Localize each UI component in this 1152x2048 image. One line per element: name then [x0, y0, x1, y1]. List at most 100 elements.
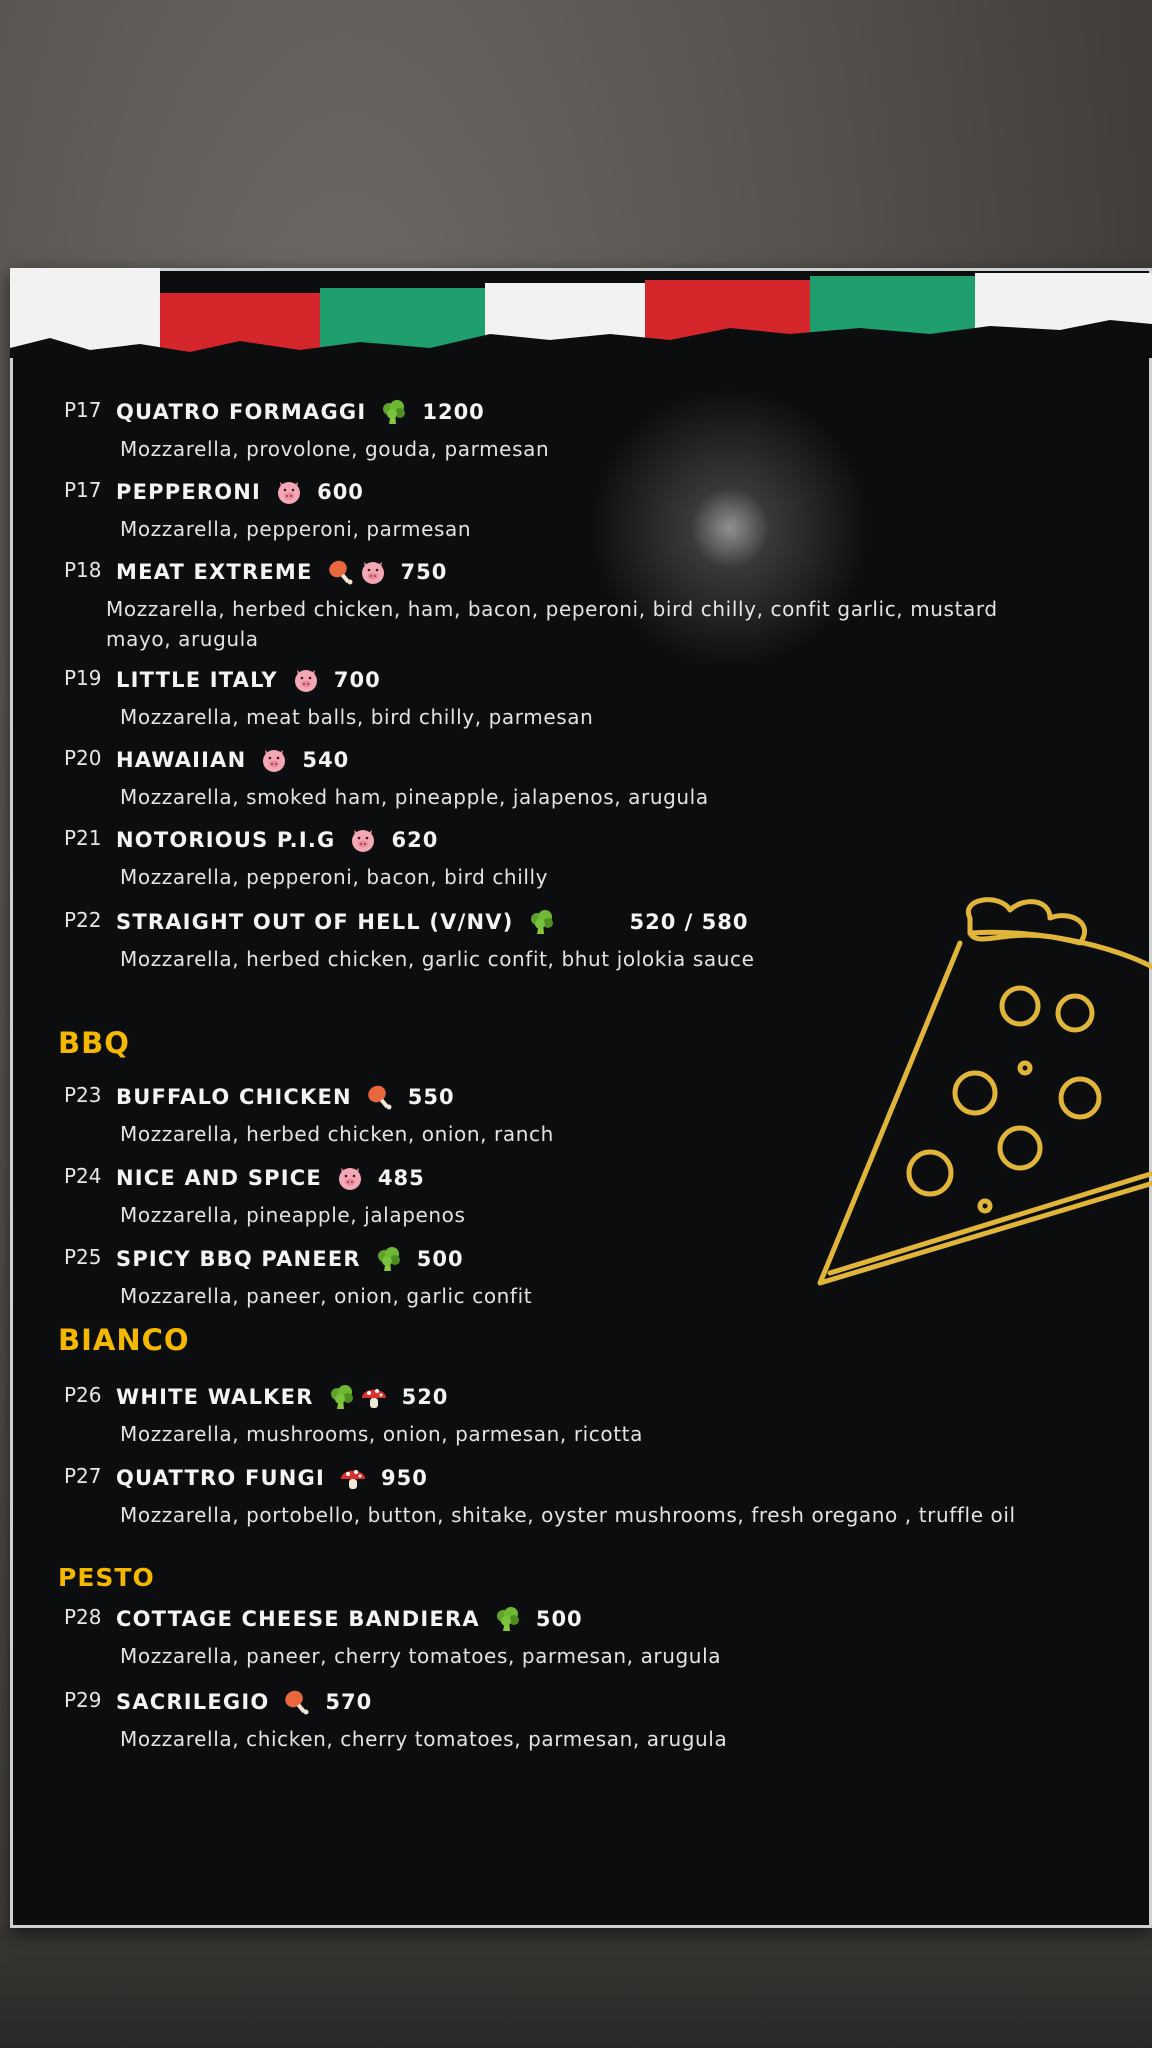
item-price: 500 — [416, 1247, 464, 1271]
item-description: Mozzarella, herbed chicken, ham, bacon, … — [106, 597, 998, 651]
item-price: 600 — [317, 480, 364, 504]
item-description: Mozzarella, provolone, gouda, parmesan — [120, 437, 550, 461]
mushroom-icon — [339, 1464, 367, 1492]
mushroom-icon — [360, 1383, 388, 1411]
item-title-row: PEPPERONI 600 — [116, 478, 364, 506]
item-name: LITTLE ITALY — [116, 668, 278, 692]
item-price: 750 — [400, 560, 448, 584]
item-title-row: COTTAGE CHEESE BANDIERA 500 — [116, 1605, 583, 1633]
item-code: P28 — [64, 1605, 102, 1629]
item-title-row: WHITE WALKER 520 — [116, 1383, 448, 1411]
item-price: 950 — [380, 1466, 428, 1490]
item-code: P18 — [64, 558, 102, 582]
diet-icons — [339, 1464, 367, 1492]
item-name: HAWAIIAN — [116, 748, 247, 772]
item-name: WHITE WALKER — [116, 1385, 314, 1409]
item-description: Mozzarella, pepperoni, bacon, bird chill… — [120, 865, 549, 889]
item-price: 620 — [391, 828, 439, 852]
drumstick-icon — [366, 1083, 394, 1111]
item-price: 540 — [302, 748, 350, 772]
item-title-row: SPICY BBQ PANEER 500 — [116, 1245, 464, 1273]
diet-icons — [336, 1164, 364, 1192]
item-code: P21 — [64, 826, 102, 850]
broccoli-icon — [380, 398, 408, 426]
pig-icon — [292, 666, 320, 694]
item-description: Mozzarella, paneer, onion, garlic confit — [120, 1284, 533, 1308]
item-price: 520 — [401, 1385, 449, 1409]
diet-icons — [328, 1383, 388, 1411]
broccoli-icon — [528, 908, 556, 936]
item-title-row: NOTORIOUS P.I.G 620 — [116, 826, 438, 854]
item-code: P29 — [64, 1688, 102, 1712]
diet-icons — [292, 666, 320, 694]
item-price: 570 — [325, 1690, 373, 1714]
item-price: 1200 — [422, 400, 485, 424]
diet-icons — [528, 908, 556, 936]
pig-icon — [336, 1164, 364, 1192]
item-description: Mozzarella, paneer, cherry tomatoes, par… — [120, 1644, 722, 1668]
diet-icons — [375, 1245, 403, 1273]
item-code: P23 — [64, 1083, 102, 1107]
diet-icons — [366, 1083, 394, 1111]
item-title-row: QUATTRO FUNGI 950 — [116, 1464, 428, 1492]
item-description: Mozzarella, herbed chicken, onion, ranch — [120, 1122, 554, 1146]
item-title-row: STRAIGHT OUT OF HELL (V/NV) 520 / 580 — [116, 908, 749, 936]
item-title-row: NICE AND SPICE 485 — [116, 1164, 425, 1192]
item-name: STRAIGHT OUT OF HELL (V/NV) — [116, 910, 514, 934]
item-code: P26 — [64, 1383, 102, 1407]
menu-card: P17 QUATRO FORMAGGI 1200 Mozzarella, provol… — [10, 268, 1152, 1928]
drumstick-icon — [327, 558, 355, 586]
section-heading-pesto: PESTO — [58, 1563, 155, 1592]
item-price: 700 — [333, 668, 381, 692]
item-code: P22 — [64, 908, 102, 932]
pig-icon — [359, 558, 387, 586]
item-description: Mozzarella, portobello, button, shitake,… — [120, 1503, 1016, 1527]
item-name: SACRILEGIO — [116, 1690, 270, 1714]
item-name: PEPPERONI — [116, 480, 262, 504]
diet-icons — [494, 1605, 522, 1633]
item-description: Mozzarella, mushrooms, onion, parmesan, … — [120, 1422, 643, 1446]
item-code: P17 — [64, 398, 102, 422]
item-name: QUATRO FORMAGGI — [116, 400, 367, 424]
item-description: Mozzarella, smoked ham, pineapple, jalap… — [120, 785, 709, 809]
item-name: SPICY BBQ PANEER — [116, 1247, 361, 1271]
item-price: 500 — [535, 1607, 583, 1631]
item-name: BUFFALO CHICKEN — [116, 1085, 352, 1109]
item-name: QUATTRO FUNGI — [116, 1466, 325, 1490]
pig-icon — [260, 746, 288, 774]
item-title-row: QUATRO FORMAGGI 1200 — [116, 398, 485, 426]
item-code: P19 — [64, 666, 102, 690]
item-description: Mozzarella, pineapple, jalapenos — [120, 1203, 466, 1227]
diet-icons — [275, 478, 303, 506]
item-code: P25 — [64, 1245, 102, 1269]
item-code: P24 — [64, 1164, 102, 1188]
item-price: 520 / 580 — [629, 910, 749, 934]
item-name: COTTAGE CHEESE BANDIERA — [116, 1607, 480, 1631]
diet-icons — [327, 558, 387, 586]
pig-icon — [275, 478, 303, 506]
item-title-row: BUFFALO CHICKEN 550 — [116, 1083, 455, 1111]
item-title-row: MEAT EXTREME 750 — [116, 558, 447, 586]
item-title-row: LITTLE ITALY 700 — [116, 666, 381, 694]
broccoli-icon — [328, 1383, 356, 1411]
item-price: 485 — [377, 1166, 425, 1190]
diet-icons — [283, 1688, 311, 1716]
diet-icons — [380, 398, 408, 426]
item-name: NOTORIOUS P.I.G — [116, 828, 336, 852]
broccoli-icon — [494, 1605, 522, 1633]
section-heading-bbq: BBQ — [58, 1026, 130, 1060]
pig-icon — [349, 826, 377, 854]
item-code: P17 — [64, 478, 102, 502]
section-heading-bianco: BIANCO — [58, 1323, 190, 1357]
item-code: P27 — [64, 1464, 102, 1488]
diet-icons — [260, 746, 288, 774]
item-code: P20 — [64, 746, 102, 770]
item-price: 550 — [407, 1085, 455, 1109]
item-name: NICE AND SPICE — [116, 1166, 322, 1190]
item-title-row: HAWAIIAN 540 — [116, 746, 349, 774]
item-description: Mozzarella, herbed chicken, garlic confi… — [120, 947, 755, 971]
diet-icons — [349, 826, 377, 854]
item-name: MEAT EXTREME — [116, 560, 313, 584]
menu-items: P17 QUATRO FORMAGGI 1200 Mozzarella, provol… — [10, 268, 1152, 1928]
item-title-row: SACRILEGIO 570 — [116, 1688, 372, 1716]
